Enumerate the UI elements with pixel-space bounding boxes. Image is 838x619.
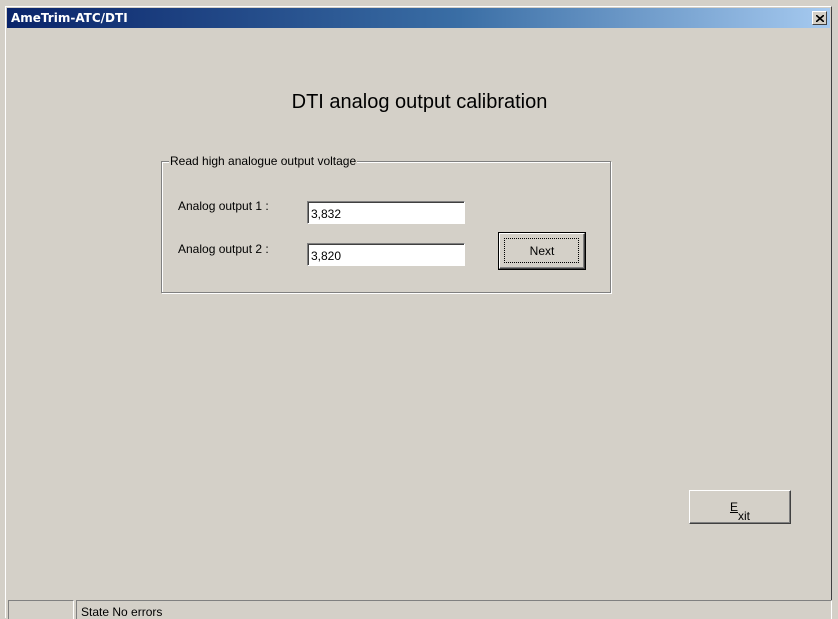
exit-mnemonic: E: [729, 500, 738, 514]
title-bar[interactable]: AmeTrim-ATC/DTI: [7, 8, 830, 28]
window-title: AmeTrim-ATC/DTI: [11, 11, 128, 25]
next-button-label: Next: [529, 244, 555, 258]
exit-button[interactable]: Exit: [689, 490, 791, 524]
close-icon: [815, 14, 824, 22]
status-bar: State No errors: [8, 598, 832, 619]
status-text: State No errors: [76, 600, 832, 619]
next-button[interactable]: Next: [498, 232, 586, 270]
page-title: DTI analog output calibration: [291, 91, 548, 113]
analog-output-1-label: Analog output 1 :: [178, 199, 269, 213]
analog-output-2-field[interactable]: 3,820: [307, 243, 465, 266]
exit-label-rest: xit: [738, 509, 750, 523]
close-button[interactable]: [812, 11, 827, 25]
app-window: AmeTrim-ATC/DTI DTI analog output calibr…: [5, 6, 832, 619]
analog-output-1-field[interactable]: 3,832: [307, 201, 465, 224]
exit-button-label: Exit: [729, 500, 750, 523]
read-voltage-group: Read high analogue output voltage Analog…: [161, 154, 611, 293]
group-legend: Read high analogue output voltage: [169, 154, 358, 168]
analog-output-2-label: Analog output 2 :: [178, 242, 269, 256]
status-cell-1: [8, 600, 74, 619]
